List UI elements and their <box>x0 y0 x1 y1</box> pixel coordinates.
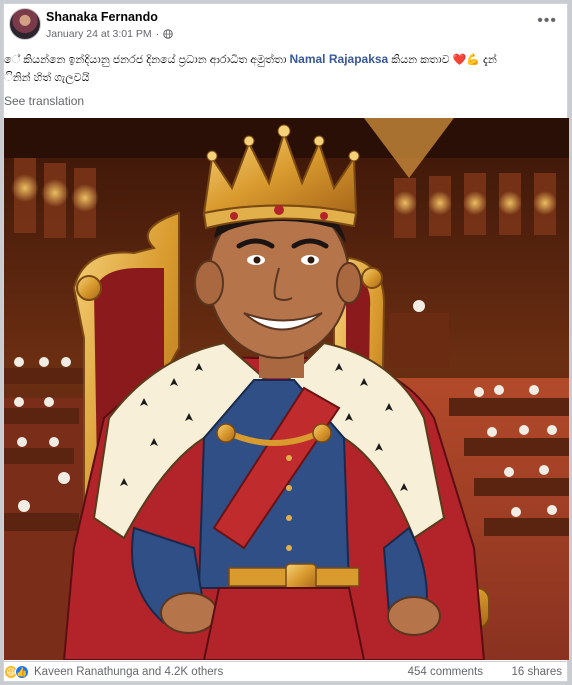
king-cartoon-illustration <box>4 118 569 660</box>
more-options-button[interactable]: ••• <box>537 12 557 30</box>
author-avatar[interactable] <box>9 8 41 40</box>
mention-link[interactable]: Namal Rajapaksa <box>290 52 389 66</box>
globe-icon <box>163 29 173 39</box>
shares-count[interactable]: 16 shares <box>511 666 562 678</box>
post-header: Shanaka Fernando January 24 at 3:01 PM ·… <box>4 4 567 46</box>
caption-text-line2: ිනින් හිත් ගැලවයි <box>4 72 90 84</box>
post-footer: 😆 👍 Kaveen Ranathunga and 4.2K others 45… <box>4 661 567 682</box>
caption-text-start: ේ කියන්නෙ ඉන්දියානු ජනරජ දිනයේ ප්‍රධාන ආ… <box>4 54 290 66</box>
comments-count[interactable]: 454 comments <box>408 666 483 678</box>
author-name[interactable]: Shanaka Fernando <box>46 10 158 24</box>
facebook-post: Shanaka Fernando January 24 at 3:01 PM ·… <box>3 3 569 682</box>
post-meta: January 24 at 3:01 PM · <box>46 28 173 40</box>
caption-text-end: කියන කතාව ❤️💪 දැන් <box>388 54 497 66</box>
like-icon: 👍 <box>15 665 29 679</box>
reactions-summary[interactable]: 😆 👍 Kaveen Ranathunga and 4.2K others <box>4 665 223 679</box>
post-image[interactable] <box>4 118 569 660</box>
post-caption: ේ කියන්නෙ ඉන්දියානු ජනරජ දිනයේ ප්‍රධාන ආ… <box>4 50 564 87</box>
see-translation-link[interactable]: See translation <box>4 94 84 108</box>
reactions-text[interactable]: Kaveen Ranathunga and 4.2K others <box>34 666 223 678</box>
post-timestamp[interactable]: January 24 at 3:01 PM <box>46 28 152 40</box>
